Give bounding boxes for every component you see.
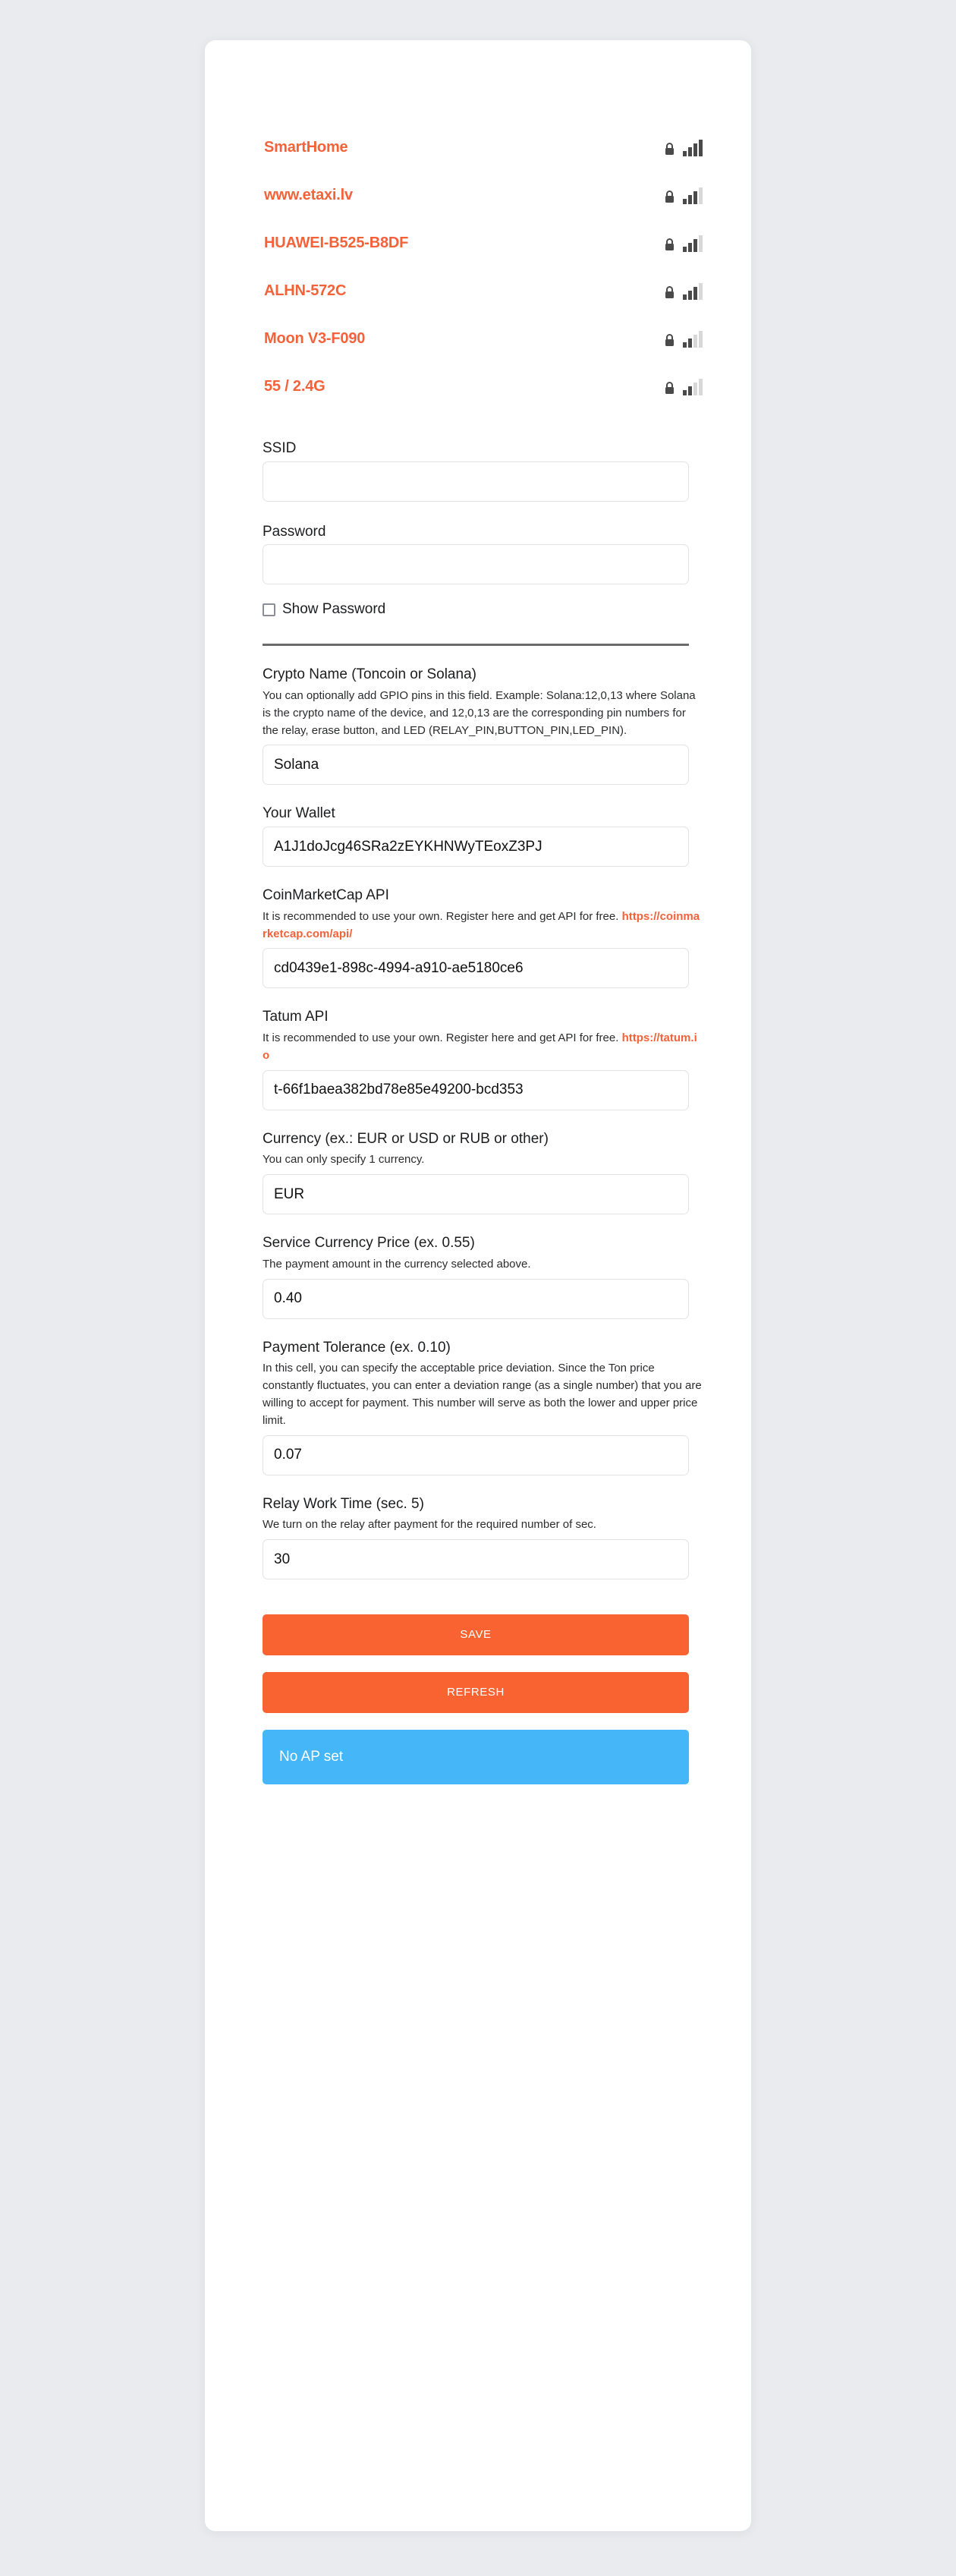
ssid-label: SSID — [263, 440, 297, 456]
crypto-name-label: Crypto Name (Toncoin or Solana) — [263, 666, 476, 683]
password-field-group: Password — [263, 523, 703, 585]
network-list-item[interactable]: Moon V3-F090 — [205, 315, 751, 363]
coinmarketcap-api-help-text: It is recommended to use your own. Regis… — [263, 909, 622, 923]
refresh-button[interactable]: REFRESH — [263, 1672, 689, 1714]
lock-icon — [665, 190, 674, 203]
crypto-name-help: You can optionally add GPIO pins in this… — [263, 689, 696, 737]
relay-work-time-input[interactable] — [263, 1539, 689, 1580]
coinmarketcap-api-label: CoinMarketCap API — [263, 887, 389, 904]
coinmarketcap-api-input[interactable] — [263, 948, 689, 989]
password-label: Password — [263, 523, 326, 540]
payment-tolerance-field-group: Payment Tolerance (ex. 0.10) In this cel… — [263, 1339, 703, 1475]
network-ssid-label: Moon V3-F090 — [264, 330, 366, 347]
ap-status-badge: No AP set — [263, 1730, 689, 1785]
signal-bars-icon — [683, 139, 703, 156]
tatum-api-help: It is recommended to use your own. Regis… — [263, 1030, 703, 1065]
tatum-api-field-group: Tatum API It is recommended to use your … — [263, 1008, 703, 1110]
currency-field-group: Currency (ex.: EUR or USD or RUB or othe… — [263, 1130, 703, 1215]
network-list: SmartHome www.etaxi.lv HUAWEI-B525-B8DF … — [205, 124, 751, 411]
network-list-item[interactable]: HUAWEI-B525-B8DF — [205, 219, 751, 267]
section-divider — [263, 644, 689, 647]
wifi-credentials-form: SSID Password Show Password Crypto Name … — [205, 439, 751, 1580]
coinmarketcap-api-field-group: CoinMarketCap API It is recommended to u… — [263, 886, 703, 989]
show-password-checkbox[interactable] — [263, 603, 275, 616]
signal-bars-icon — [683, 282, 703, 300]
action-buttons: SAVE REFRESH No AP set — [205, 1614, 751, 1785]
network-list-item[interactable]: ALHN-572C — [205, 267, 751, 315]
service-price-help: The payment amount in the currency selec… — [263, 1257, 531, 1271]
network-ssid-label: 55 / 2.4G — [264, 378, 325, 395]
network-status-icons — [664, 187, 703, 204]
lock-icon — [665, 142, 674, 155]
lock-icon — [665, 333, 674, 346]
tatum-api-label: Tatum API — [263, 1009, 329, 1025]
network-ssid-label: HUAWEI-B525-B8DF — [264, 235, 409, 251]
network-ssid-label: SmartHome — [264, 139, 348, 156]
network-ssid-label: ALHN-572C — [264, 282, 347, 299]
settings-card: SmartHome www.etaxi.lv HUAWEI-B525-B8DF … — [205, 40, 751, 2531]
relay-work-time-label: Relay Work Time (sec. 5) — [263, 1495, 424, 1512]
network-status-icons — [664, 235, 703, 252]
service-price-field-group: Service Currency Price (ex. 0.55) The pa… — [263, 1234, 703, 1319]
network-list-item[interactable]: 55 / 2.4G — [205, 363, 751, 411]
tatum-api-help-text: It is recommended to use your own. Regis… — [263, 1031, 622, 1045]
coinmarketcap-api-help: It is recommended to use your own. Regis… — [263, 909, 703, 943]
lock-icon — [665, 381, 674, 394]
signal-bars-icon — [683, 235, 703, 252]
network-status-icons — [664, 330, 703, 348]
service-price-input[interactable] — [263, 1278, 689, 1319]
signal-bars-icon — [683, 330, 703, 348]
signal-bars-icon — [683, 378, 703, 395]
save-button[interactable]: SAVE — [263, 1614, 689, 1656]
ssid-field-group: SSID — [263, 439, 703, 502]
relay-work-time-field-group: Relay Work Time (sec. 5) We turn on the … — [263, 1495, 703, 1580]
network-list-item[interactable]: www.etaxi.lv — [205, 172, 751, 219]
ssid-input[interactable] — [263, 461, 689, 502]
wallet-label: Your Wallet — [263, 805, 335, 822]
currency-help: You can only specify 1 currency. — [263, 1153, 425, 1167]
payment-tolerance-label: Payment Tolerance (ex. 0.10) — [263, 1339, 451, 1356]
tatum-api-input[interactable] — [263, 1069, 689, 1110]
network-status-icons — [664, 139, 703, 156]
signal-bars-icon — [683, 187, 703, 204]
payment-tolerance-input[interactable] — [263, 1434, 689, 1475]
show-password-row[interactable]: Show Password — [263, 601, 703, 618]
wallet-input[interactable] — [263, 827, 689, 868]
crypto-name-field-group: Crypto Name (Toncoin or Solana) You can … — [263, 666, 703, 786]
lock-icon — [665, 285, 674, 298]
crypto-name-input[interactable] — [263, 745, 689, 786]
network-ssid-label: www.etaxi.lv — [264, 187, 353, 203]
network-status-icons — [664, 282, 703, 300]
currency-label: Currency (ex.: EUR or USD or RUB or othe… — [263, 1130, 549, 1147]
network-list-item[interactable]: SmartHome — [205, 124, 751, 172]
service-price-label: Service Currency Price (ex. 0.55) — [263, 1235, 475, 1252]
currency-input[interactable] — [263, 1174, 689, 1215]
card-bottom-spacer — [205, 1784, 751, 1921]
network-status-icons — [664, 378, 703, 395]
relay-work-time-help: We turn on the relay after payment for t… — [263, 1518, 596, 1532]
wallet-field-group: Your Wallet — [263, 805, 703, 868]
payment-tolerance-help: In this cell, you can specify the accept… — [263, 1362, 702, 1427]
lock-icon — [665, 238, 674, 250]
password-input[interactable] — [263, 544, 689, 585]
show-password-label: Show Password — [282, 601, 386, 618]
